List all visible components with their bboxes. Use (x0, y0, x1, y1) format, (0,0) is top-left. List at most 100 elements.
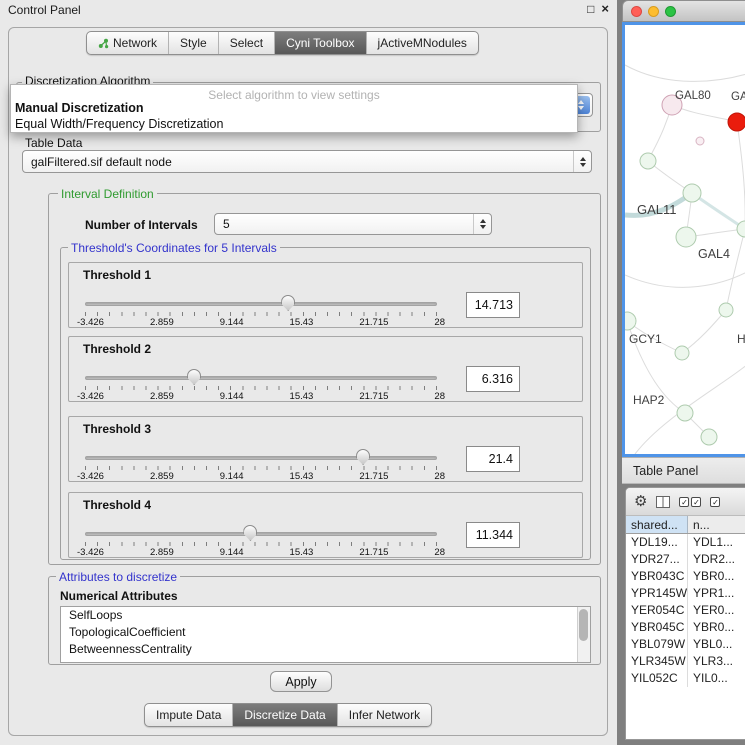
table-row[interactable]: YBL079WYBL0... (626, 636, 745, 653)
network-canvas[interactable]: GAL80 GA GAL11 GAL4 GCY1 H HAP2 (622, 22, 745, 457)
tab-label: Style (180, 36, 207, 50)
slider-scale: -3.426 2.859 9.144 15.43 21.715 28 (77, 471, 445, 482)
tab-style[interactable]: Style (169, 32, 219, 54)
list-item[interactable]: TopologicalCoefficient (61, 624, 590, 641)
table-row[interactable]: YLR345WYLR3... (626, 653, 745, 670)
threshold-slider[interactable]: -3.426 2.859 9.144 15.43 21.715 28 (85, 449, 437, 481)
slider-ticks (85, 312, 437, 316)
threshold-value-field[interactable]: 11.344 (466, 522, 520, 548)
threshold-value-field[interactable]: 21.4 (466, 446, 520, 472)
scale-label: 9.144 (220, 391, 244, 402)
slider-thumb[interactable] (356, 449, 370, 465)
network-window-titlebar[interactable] (622, 0, 745, 22)
close-window-icon[interactable] (631, 6, 642, 17)
table-data-combobox[interactable]: galFiltered.sif default node (22, 150, 592, 173)
numerical-attributes-label: Numerical Attributes (60, 589, 178, 603)
apply-button[interactable]: Apply (270, 671, 332, 692)
network-node[interactable] (675, 346, 689, 360)
node-label-gal11: GAL11 (637, 202, 677, 217)
threshold-label: Threshold 2 (83, 342, 151, 356)
combobox-arrows-icon (473, 214, 491, 234)
tab-label: Infer Network (349, 708, 420, 722)
zoom-window-icon[interactable] (665, 6, 676, 17)
threshold-slider[interactable]: -3.426 2.859 9.144 15.43 21.715 28 (85, 369, 437, 401)
list-item[interactable]: BetweennessCentrality (61, 641, 590, 658)
scale-label: 2.859 (150, 547, 174, 558)
option-equal-width-frequency[interactable]: Equal Width/Frequency Discretization (15, 117, 223, 131)
list-item[interactable]: SelfLoops (61, 607, 590, 624)
network-node[interactable] (640, 153, 656, 169)
scale-label: 9.144 (220, 317, 244, 328)
threshold-3-panel: Threshold 3 -3.426 2.859 9.144 15.43 21.… (68, 416, 583, 482)
columns-icon[interactable] (656, 496, 670, 508)
scale-label: 9.144 (220, 471, 244, 482)
slider-ticks (85, 542, 437, 546)
threshold-slider[interactable]: -3.426 2.859 9.144 15.43 21.715 28 (85, 525, 437, 557)
node-label-gal4: GAL4 (698, 247, 730, 261)
table-row[interactable]: YBR043CYBR0... (626, 568, 745, 585)
tab-impute-data[interactable]: Impute Data (145, 704, 233, 726)
slider-track[interactable] (85, 532, 437, 536)
table-body: YDL19...YDL1... YDR27...YDR2... YBR043CY… (626, 534, 745, 739)
slider-track[interactable] (85, 302, 437, 306)
network-node[interactable] (696, 137, 704, 145)
list-scrollbar[interactable] (577, 607, 590, 662)
scale-label: 28 (434, 317, 445, 328)
edit-rows-icon[interactable]: ✓ (710, 497, 720, 507)
slider-thumb[interactable] (243, 525, 257, 541)
tab-jactivemnodules[interactable]: jActiveMNodules (367, 32, 478, 54)
scale-label: 15.43 (290, 317, 314, 328)
network-node[interactable] (625, 312, 636, 330)
scale-label: 21.715 (359, 471, 388, 482)
select-columns-icon[interactable]: ✓ ✓ (679, 497, 701, 507)
table-row[interactable]: YPR145WYPR1... (626, 585, 745, 602)
table-row[interactable]: YBR045CYBR0... (626, 619, 745, 636)
table-row[interactable]: YIL052CYIL0... (626, 670, 745, 687)
tab-label: Select (230, 36, 263, 50)
threshold-4-panel: Threshold 4 -3.426 2.859 9.144 15.43 21.… (68, 492, 583, 558)
slider-thumb[interactable] (187, 369, 201, 385)
table-row[interactable]: YER054CYER0... (626, 602, 745, 619)
scale-label: 21.715 (359, 391, 388, 402)
attributes-group-title: Attributes to discretize (56, 570, 180, 584)
traffic-lights (631, 6, 676, 17)
float-window-icon[interactable]: □ (587, 2, 594, 16)
slider-thumb[interactable] (281, 295, 295, 311)
tab-label: jActiveMNodules (378, 36, 467, 50)
column-header-shared-name[interactable]: shared... (626, 516, 688, 533)
tab-infer-network[interactable]: Infer Network (338, 704, 431, 726)
tab-label: Cyni Toolbox (286, 36, 354, 50)
tab-select[interactable]: Select (219, 32, 275, 54)
slider-track[interactable] (85, 376, 437, 380)
network-node[interactable] (677, 405, 693, 421)
table-panel-header[interactable]: Table Panel (622, 457, 745, 484)
tab-cyni-toolbox[interactable]: Cyni Toolbox (275, 32, 366, 54)
network-node[interactable] (676, 227, 696, 247)
tab-discretize-data[interactable]: Discretize Data (233, 704, 337, 726)
table-row[interactable]: YDL19...YDL1... (626, 534, 745, 551)
selected-network-node[interactable] (728, 113, 745, 131)
table-row[interactable]: YDR27...YDR2... (626, 551, 745, 568)
scale-label: 21.715 (359, 547, 388, 558)
tab-network[interactable]: Network (87, 32, 169, 54)
scale-label: 28 (434, 471, 445, 482)
scale-label: -3.426 (77, 391, 104, 402)
number-of-intervals-combobox[interactable]: 5 (214, 213, 492, 235)
threshold-slider[interactable]: -3.426 2.859 9.144 15.43 21.715 28 (85, 295, 437, 327)
slider-track[interactable] (85, 456, 437, 460)
threshold-label: Threshold 3 (83, 422, 151, 436)
network-node[interactable] (701, 429, 717, 445)
threshold-value-field[interactable]: 6.316 (466, 366, 520, 392)
minimize-window-icon[interactable] (648, 6, 659, 17)
network-node[interactable] (719, 303, 733, 317)
close-window-icon[interactable]: × (601, 2, 609, 16)
tab-label: Discretize Data (244, 708, 325, 722)
option-manual-discretization[interactable]: Manual Discretization (15, 101, 144, 115)
scale-label: 15.43 (290, 471, 314, 482)
network-node[interactable] (683, 184, 701, 202)
threshold-value-field[interactable]: 14.713 (466, 292, 520, 318)
gear-icon[interactable]: ⚙ (634, 494, 647, 510)
column-header-name[interactable]: n... (688, 516, 745, 533)
threshold-label: Threshold 4 (83, 498, 151, 512)
scrollbar-thumb[interactable] (579, 609, 588, 641)
